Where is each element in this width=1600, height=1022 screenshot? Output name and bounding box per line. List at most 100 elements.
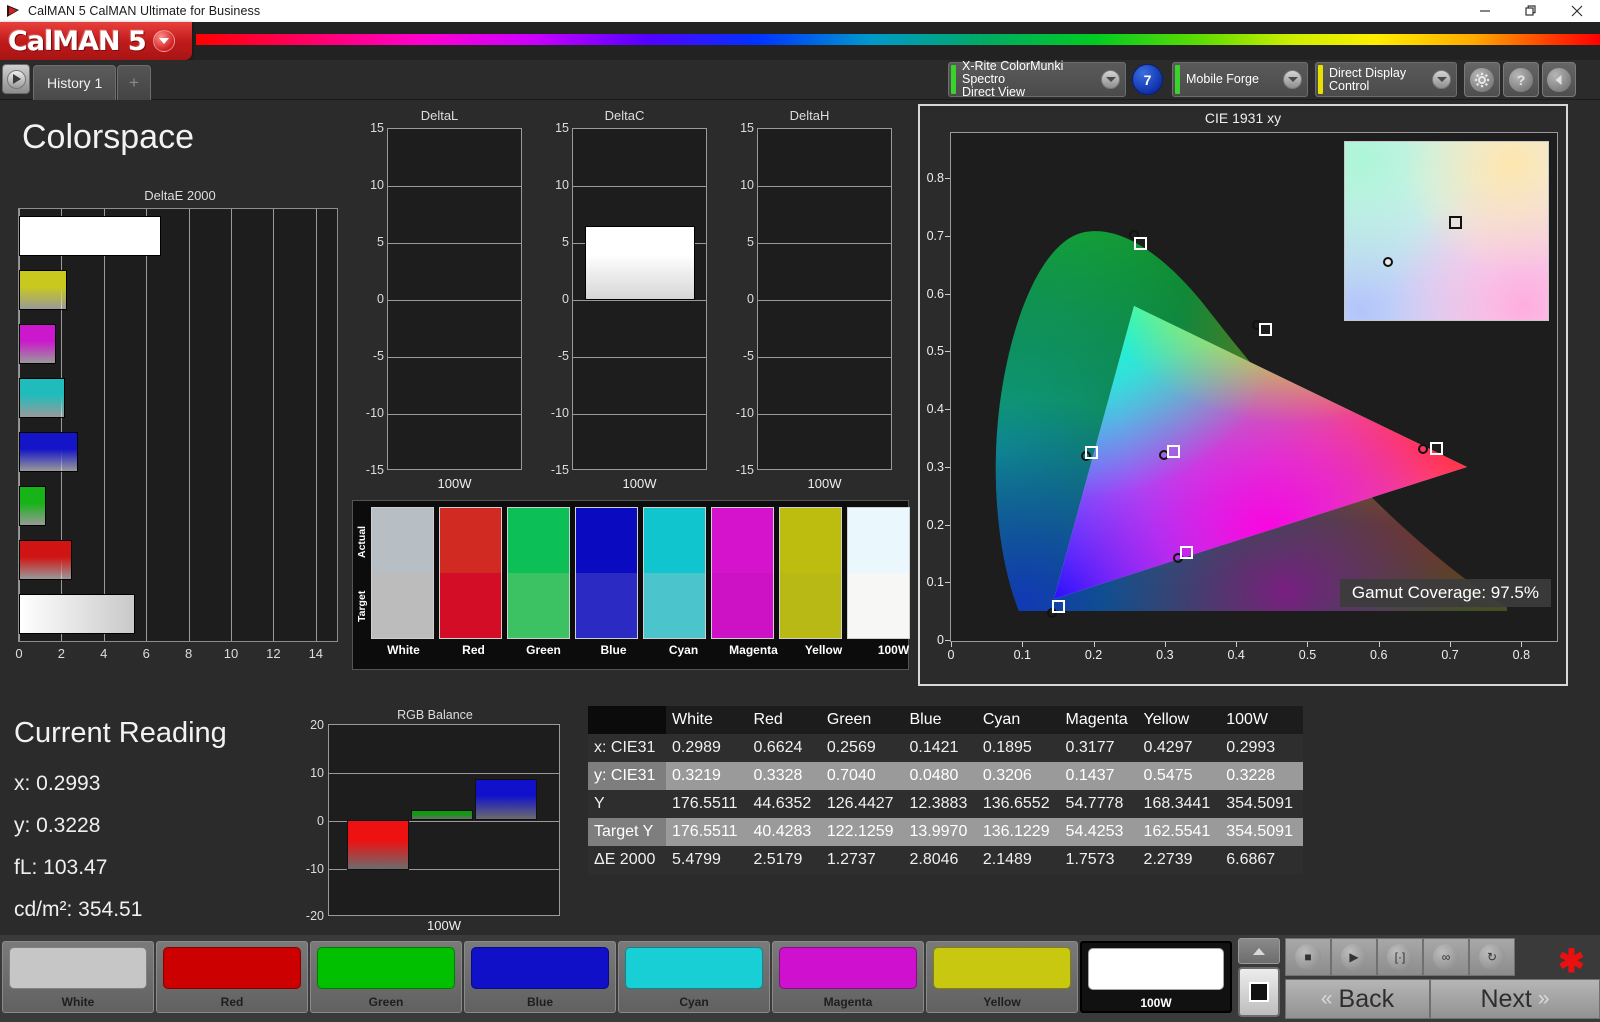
swatch-magenta bbox=[711, 507, 774, 639]
meter-count-label: 7 bbox=[1143, 71, 1152, 88]
range-icon: [·] bbox=[1387, 944, 1413, 970]
swatch-actual bbox=[576, 508, 637, 573]
swatch-white bbox=[371, 507, 434, 639]
calman-logo[interactable]: CalMAN 5 bbox=[0, 22, 192, 60]
table-cell: 136.6552 bbox=[976, 790, 1060, 818]
table-cell: 1.2737 bbox=[820, 846, 904, 874]
measure-controls: ■ ▶ [·] ∞ ↻ bbox=[1285, 938, 1515, 976]
meter-label: X-Rite ColorMunki Spectro Direct View bbox=[962, 60, 1096, 99]
tab-history-1[interactable]: History 1 bbox=[33, 65, 117, 100]
swatch-comparison-strip: Actual Target White Red Green Blue Cyan Magen… bbox=[352, 500, 910, 670]
display-control-selector[interactable]: Direct Display Control bbox=[1315, 62, 1457, 97]
meter-status-indicator bbox=[951, 65, 956, 94]
table-cell: 0.0480 bbox=[903, 762, 977, 790]
display-dropdown-icon[interactable] bbox=[1432, 70, 1451, 89]
cie-ytick-label: 0.4 bbox=[926, 402, 944, 417]
continuous-icon: ∞ bbox=[1433, 944, 1459, 970]
cie-xtick-label: 0.1 bbox=[1013, 648, 1031, 662]
pattern-label: Magenta bbox=[823, 995, 873, 1009]
cie-xtick-label: 0.5 bbox=[1298, 648, 1317, 662]
table-cell: 0.3328 bbox=[747, 762, 821, 790]
table-row-label: y: CIE31 bbox=[588, 762, 666, 790]
collapse-panel-button[interactable] bbox=[1542, 62, 1576, 97]
minimize-button[interactable] bbox=[1462, 0, 1508, 22]
swatch-label-yellow: Yellow bbox=[804, 643, 843, 657]
tab-add-button[interactable]: + bbox=[117, 65, 151, 100]
source-dropdown-icon[interactable] bbox=[1283, 70, 1302, 89]
cie-ytick-label: 0 bbox=[937, 633, 944, 647]
close-button[interactable] bbox=[1554, 0, 1600, 22]
cie-ytick-label: 0.6 bbox=[926, 286, 944, 301]
meter-count-badge[interactable]: 7 bbox=[1132, 64, 1163, 95]
pattern-button-blue[interactable]: Blue bbox=[464, 941, 616, 1013]
stop-button[interactable]: ■ bbox=[1285, 938, 1331, 976]
cie-target-marker-magenta bbox=[1180, 546, 1194, 560]
back-button[interactable]: « Back bbox=[1285, 979, 1430, 1019]
stop-icon: ■ bbox=[1295, 944, 1321, 970]
display-name: Direct Display Control bbox=[1329, 65, 1407, 93]
pattern-button-100w[interactable]: 100W bbox=[1080, 941, 1232, 1013]
deltae-xtick: 14 bbox=[308, 646, 324, 661]
table-row-label: Target Y bbox=[588, 818, 666, 846]
table-cell: 122.1259 bbox=[820, 818, 904, 846]
source-label: Mobile Forge bbox=[1186, 73, 1278, 86]
pattern-button-red[interactable]: Red bbox=[156, 941, 308, 1013]
deltac-ytick-m15: -15 bbox=[550, 463, 569, 477]
next-button[interactable]: Next » bbox=[1430, 979, 1600, 1019]
run-session-button[interactable] bbox=[2, 64, 30, 94]
table-cell: 6.6867 bbox=[1220, 846, 1303, 874]
navigation-controls: « Back Next » bbox=[1285, 979, 1600, 1019]
current-reading-x: x: 0.2993 bbox=[14, 772, 101, 795]
logo-dropdown-caret-icon[interactable] bbox=[152, 30, 175, 52]
target-square-icon bbox=[1249, 982, 1269, 1002]
table-row-label: ΔE 2000 bbox=[588, 846, 666, 874]
rgb-bar-blue bbox=[474, 778, 537, 820]
table-cell: 5.4799 bbox=[666, 846, 748, 874]
pattern-button-white[interactable]: White bbox=[2, 941, 154, 1013]
swatch-label-red: Red bbox=[462, 643, 485, 657]
back-label: Back bbox=[1338, 984, 1395, 1013]
pattern-window-controls bbox=[1238, 938, 1280, 1019]
pattern-button-cyan[interactable]: Cyan bbox=[618, 941, 770, 1013]
asterisk-icon[interactable]: ✱ bbox=[1558, 945, 1585, 977]
rgb-balance-xlabel: 100W bbox=[427, 918, 461, 933]
continuous-button[interactable]: ∞ bbox=[1423, 938, 1469, 976]
play-button[interactable]: ▶ bbox=[1331, 938, 1377, 976]
cie-xtick bbox=[1307, 642, 1309, 647]
meter-dropdown-icon[interactable] bbox=[1101, 70, 1120, 89]
maximize-button[interactable] bbox=[1508, 0, 1554, 22]
table-cell: 0.1437 bbox=[1059, 762, 1138, 790]
cie-xtick-label: 0.8 bbox=[1512, 648, 1531, 662]
table-cell: 0.2993 bbox=[1220, 734, 1303, 762]
gamut-coverage-label: Gamut Coverage: 97.5% bbox=[1339, 579, 1551, 607]
deltah-plot bbox=[757, 128, 892, 470]
table-cell: 0.2569 bbox=[820, 734, 904, 762]
deltal-ytick-m15: -15 bbox=[365, 463, 384, 477]
calman-window: CalMAN 5 CalMAN Ultimate for Business Ca… bbox=[0, 0, 1600, 1022]
cie-chart-panel: CIE 1931 xy 0 0.1 0.2 0.3 0.4 0.5 0.6 0.7 0.8 bbox=[918, 104, 1568, 686]
pattern-button-magenta[interactable]: Magenta bbox=[772, 941, 924, 1013]
cie-xtick-label: 0 bbox=[947, 648, 955, 662]
target-window-button[interactable] bbox=[1238, 967, 1280, 1017]
help-button[interactable]: ? bbox=[1503, 62, 1539, 97]
cie-xtick-label: 0.2 bbox=[1084, 648, 1103, 662]
table-row: x: CIE31 0.2989 0.6624 0.2569 0.1421 0.1895 0.… bbox=[588, 734, 1303, 762]
swatch-actual bbox=[644, 508, 705, 573]
refresh-button[interactable]: ↻ bbox=[1469, 938, 1515, 976]
pattern-button-yellow[interactable]: Yellow bbox=[926, 941, 1078, 1013]
range-button[interactable]: [·] bbox=[1377, 938, 1423, 976]
table-cell: 2.2739 bbox=[1137, 846, 1221, 874]
pattern-swatch bbox=[163, 947, 301, 989]
window-title: CalMAN 5 CalMAN Ultimate for Business bbox=[28, 4, 261, 18]
up-arrow-button[interactable] bbox=[1238, 938, 1280, 964]
deltae-chart-title: DeltaE 2000 bbox=[144, 188, 216, 203]
table-cell: 0.2989 bbox=[666, 734, 748, 762]
pattern-button-green[interactable]: Green bbox=[310, 941, 462, 1013]
source-selector[interactable]: Mobile Forge bbox=[1172, 62, 1308, 97]
rgb-bar-red bbox=[347, 820, 409, 870]
deltae-bar-red bbox=[19, 540, 73, 580]
gear-icon bbox=[1470, 67, 1494, 92]
pattern-swatch bbox=[625, 947, 763, 989]
meter-selector[interactable]: X-Rite ColorMunki Spectro Direct View bbox=[948, 60, 1126, 99]
settings-button[interactable] bbox=[1464, 62, 1500, 97]
